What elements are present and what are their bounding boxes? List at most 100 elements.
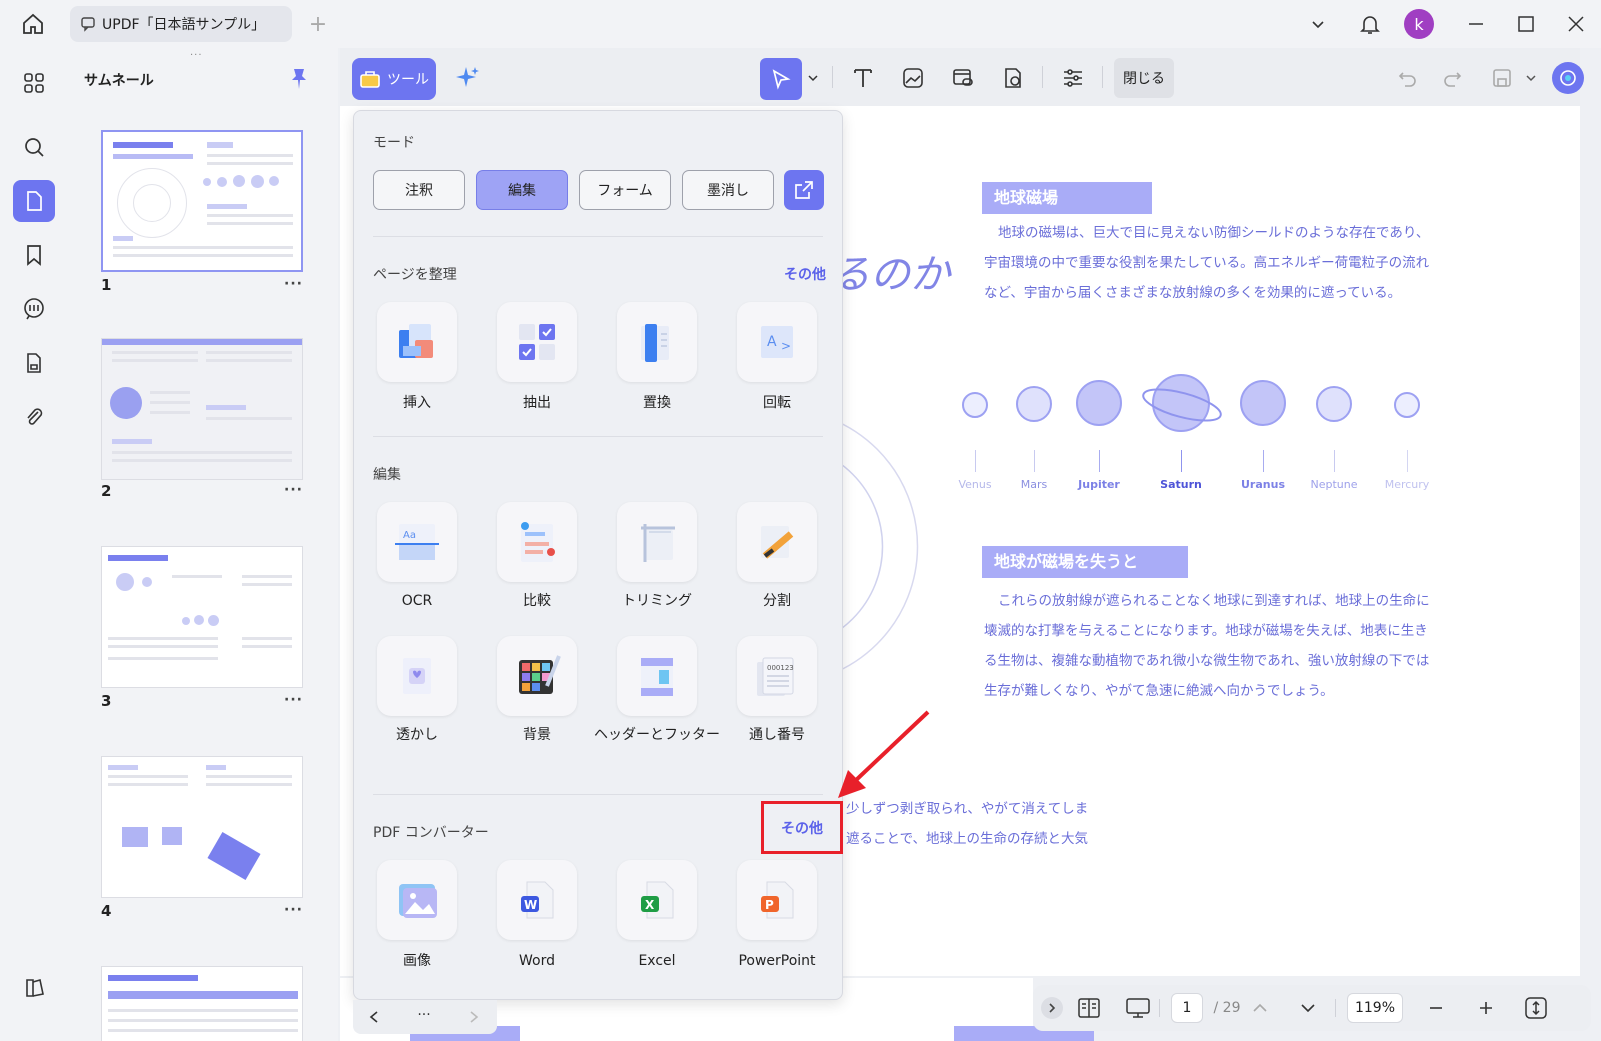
- next-page-icon[interactable]: [1295, 995, 1321, 1021]
- ocr-tool-button[interactable]: Aa: [377, 502, 457, 582]
- settings-sliders-icon[interactable]: [1053, 58, 1093, 98]
- crop-tool-label: トリミング: [622, 593, 692, 609]
- cursor-icon: [772, 69, 791, 90]
- compare-tool-button[interactable]: [497, 502, 577, 582]
- replace-pages-icon: [641, 324, 669, 362]
- grid-icon[interactable]: [13, 62, 55, 104]
- layers-icon[interactable]: [13, 966, 55, 1008]
- search-icon[interactable]: [13, 126, 55, 168]
- page-thumbnail[interactable]: [101, 966, 303, 1041]
- mode-edit-button[interactable]: 編集: [476, 170, 568, 210]
- tools-button[interactable]: ツール: [352, 58, 436, 100]
- bookmark-icon[interactable]: [13, 234, 55, 276]
- fit-page-icon[interactable]: [1521, 993, 1551, 1023]
- collapse-bar-button[interactable]: [1041, 997, 1063, 1019]
- mode-form-button[interactable]: フォーム: [579, 170, 671, 210]
- convert-image-button[interactable]: [377, 860, 457, 940]
- replace-tool-label: 置換: [643, 395, 671, 411]
- chevron-down-icon[interactable]: [1306, 12, 1330, 36]
- popup-nav: ···: [353, 1000, 497, 1034]
- paragraph-line: 地球の磁場は、巨大で目に見えない防御シールドのような存在であり、: [998, 225, 1430, 241]
- panel-drag-handle[interactable]: ···: [190, 50, 203, 61]
- replace-tool-button[interactable]: [617, 302, 697, 382]
- convert-excel-button[interactable]: X: [617, 860, 697, 940]
- page-thumbnail[interactable]: [101, 546, 303, 688]
- page-layout-icon[interactable]: [1075, 995, 1103, 1021]
- paperclip-icon[interactable]: [13, 396, 55, 438]
- undo-icon[interactable]: [1388, 58, 1428, 98]
- mode-redact-button[interactable]: 墨消し: [682, 170, 774, 210]
- page-more-button[interactable]: ···: [284, 482, 303, 498]
- open-external-button[interactable]: [784, 170, 824, 210]
- close-edit-button[interactable]: 閉じる: [1114, 58, 1174, 98]
- presentation-icon[interactable]: [1123, 995, 1153, 1021]
- split-tool-label: 分割: [763, 593, 791, 609]
- mode-annotate-button[interactable]: 注釈: [373, 170, 465, 210]
- minimize-icon[interactable]: [1464, 12, 1488, 36]
- converter-more-highlight[interactable]: その他: [761, 801, 843, 854]
- converter-more-link[interactable]: その他: [781, 818, 823, 838]
- convert-powerpoint-button[interactable]: P: [737, 860, 817, 940]
- ai-sparkle-icon[interactable]: [448, 58, 488, 98]
- new-tab-icon[interactable]: +: [306, 12, 330, 37]
- ai-assistant-icon[interactable]: [1552, 62, 1584, 94]
- background-palette-icon: [519, 655, 561, 694]
- planet-mercury: [1394, 392, 1420, 418]
- previous-page-icon[interactable]: [1247, 995, 1273, 1021]
- chevron-down-icon[interactable]: [802, 58, 824, 98]
- bell-icon[interactable]: [1356, 10, 1384, 38]
- chevron-down-icon[interactable]: [1520, 58, 1542, 98]
- page-thumbnail[interactable]: [101, 338, 303, 480]
- page-navigation-bar: 1 / 29 119%: [1033, 985, 1591, 1031]
- zoom-out-icon[interactable]: [1423, 995, 1449, 1021]
- save-icon[interactable]: [1482, 58, 1522, 98]
- thumbnail-view-icon[interactable]: [13, 180, 55, 222]
- svg-text:X: X: [645, 898, 655, 912]
- text-tool-icon[interactable]: [843, 58, 883, 98]
- pin-icon[interactable]: [290, 68, 310, 92]
- close-icon[interactable]: [1564, 12, 1588, 36]
- comment-icon: [81, 17, 95, 32]
- chevron-left-icon[interactable]: [363, 1006, 385, 1028]
- maximize-icon[interactable]: [1514, 12, 1538, 36]
- bates-numbering-tool-button[interactable]: 000123: [737, 636, 817, 716]
- stamp-tool-icon[interactable]: [993, 58, 1033, 98]
- redo-icon[interactable]: [1432, 58, 1472, 98]
- split-tool-button[interactable]: [737, 502, 817, 582]
- rotate-tool-button[interactable]: A >: [737, 302, 817, 382]
- crop-icon: [641, 524, 675, 562]
- extract-tool-button[interactable]: [497, 302, 577, 382]
- page-thumbnail[interactable]: [101, 756, 303, 898]
- document-tab[interactable]: UPDF「日本語サンプル」: [70, 6, 292, 42]
- paragraph-line: 宇宙環境の中で重要な役割を果たしている。高エネルギー荷電粒子の流れ: [984, 255, 1430, 271]
- title-bar: UPDF「日本語サンプル」 + k: [0, 0, 1601, 48]
- organize-more-link[interactable]: その他: [784, 264, 826, 284]
- numbering-icon: 000123: [757, 657, 794, 696]
- page-number-input[interactable]: 1: [1171, 993, 1203, 1023]
- planet-jupiter: [1076, 380, 1122, 426]
- crop-tool-button[interactable]: [617, 502, 697, 582]
- page-more-button[interactable]: ···: [284, 692, 303, 708]
- page-more-button[interactable]: ···: [284, 902, 303, 918]
- zoom-level-input[interactable]: 119%: [1347, 993, 1403, 1023]
- avatar[interactable]: k: [1404, 9, 1434, 39]
- comments-icon[interactable]: [13, 288, 55, 330]
- home-icon[interactable]: [18, 10, 48, 38]
- page-more-button[interactable]: ···: [284, 276, 303, 292]
- convert-image-label: 画像: [403, 953, 431, 969]
- paragraph-line: 遮ることで、地球上の生命の存続と大気: [846, 831, 1089, 847]
- insert-tool-button[interactable]: [377, 302, 457, 382]
- page-thumbnail[interactable]: [101, 130, 303, 272]
- watermark-tool-button[interactable]: [377, 636, 457, 716]
- link-tool-icon[interactable]: [943, 58, 983, 98]
- zoom-in-icon[interactable]: [1473, 995, 1499, 1021]
- image-tool-icon[interactable]: [893, 58, 933, 98]
- svg-text:000123: 000123: [767, 664, 794, 672]
- header-footer-tool-button[interactable]: [617, 636, 697, 716]
- attachment-file-icon[interactable]: [13, 342, 55, 384]
- chevron-right-icon[interactable]: [463, 1006, 485, 1028]
- convert-word-button[interactable]: W: [497, 860, 577, 940]
- select-cursor-button[interactable]: [760, 58, 802, 100]
- more-dots-icon[interactable]: ···: [409, 1004, 439, 1026]
- background-tool-button[interactable]: [497, 636, 577, 716]
